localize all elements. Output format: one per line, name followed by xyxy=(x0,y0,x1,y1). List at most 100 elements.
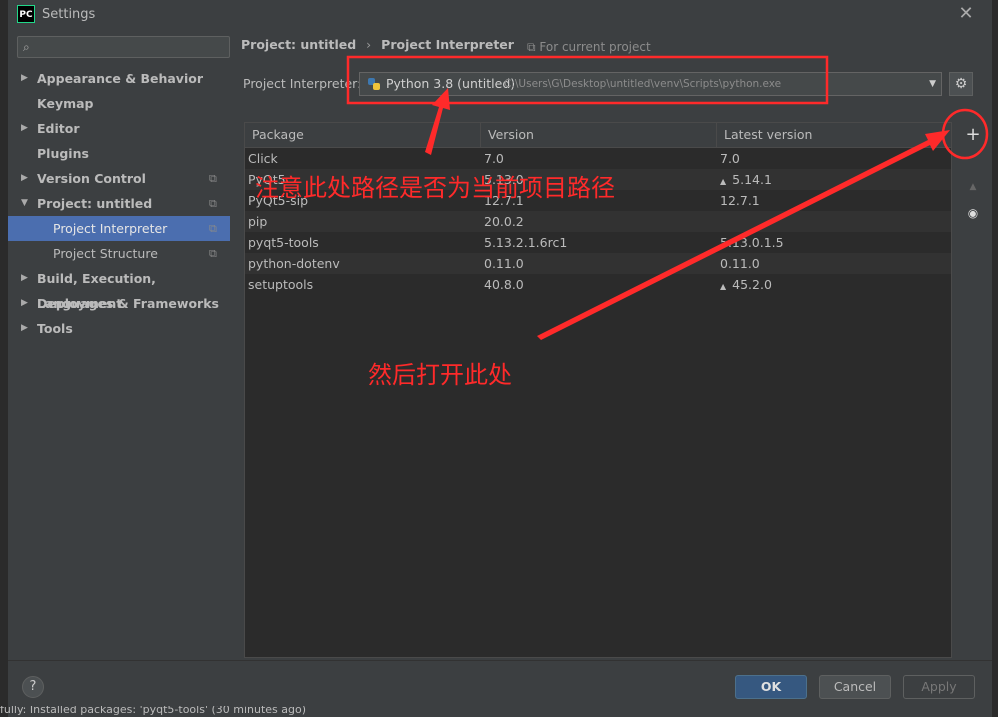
cell-text: pyqt5-tools xyxy=(248,235,319,250)
sidebar-item-label: Tools xyxy=(37,321,73,336)
title-bar: PC Settings ✕ xyxy=(8,0,992,30)
window-title: Settings xyxy=(42,7,96,22)
chevron-down-icon[interactable]: ▼ xyxy=(929,79,936,89)
chevron-right-icon[interactable]: ▶ xyxy=(21,66,28,91)
cell-text: Click xyxy=(248,151,278,166)
cell-package: Click xyxy=(248,148,278,169)
sidebar-item-label: Editor xyxy=(37,121,80,136)
cell-package: setuptools xyxy=(248,274,313,295)
sidebar-item-label: Project Structure xyxy=(53,246,158,261)
cell-package: PyQt5-sip xyxy=(248,190,308,211)
sidebar-item-label: Plugins xyxy=(37,146,89,161)
table-row[interactable]: PyQt5 5.13.0 ▲ 5.14.1 xyxy=(245,169,951,190)
project-scope-icon: ⧉ xyxy=(209,197,217,210)
column-header-latest-version[interactable]: Latest version xyxy=(717,123,951,147)
cell-text: python-dotenv xyxy=(248,256,340,271)
cell-version: 7.0 xyxy=(484,148,504,169)
breadcrumb-separator: › xyxy=(366,37,372,52)
cell-text: PyQt5 xyxy=(248,172,286,187)
sidebar-item-editor[interactable]: ▶ Editor xyxy=(8,116,230,141)
ok-button[interactable]: OK xyxy=(735,675,807,699)
cell-version: 5.13.2.1.6rc1 xyxy=(484,232,567,253)
cell-version: 5.13.0 xyxy=(484,169,524,190)
chevron-right-icon[interactable]: ▶ xyxy=(21,316,28,341)
table-row[interactable]: PyQt5-sip 12.7.1 12.7.1 xyxy=(245,190,951,211)
upgrade-package-button[interactable]: ▲ xyxy=(964,178,982,196)
table-header: Package Version Latest version xyxy=(245,123,951,148)
cell-version: 20.0.2 xyxy=(484,211,524,232)
table-row[interactable]: setuptools 40.8.0 ▲ 45.2.0 xyxy=(245,274,951,295)
table-row[interactable]: Click 7.0 7.0 xyxy=(245,148,951,169)
cell-version: 0.11.0 xyxy=(484,253,524,274)
cell-package: pyqt5-tools xyxy=(248,232,319,253)
sidebar-item-languages-frameworks[interactable]: ▶ Languages & Frameworks xyxy=(8,291,230,316)
search-input[interactable] xyxy=(42,38,226,58)
sidebar-item-version-control[interactable]: ▶ Version Control ⧉ xyxy=(8,166,230,191)
breadcrumb-page: Project Interpreter xyxy=(381,37,514,52)
project-scope-icon: ⧉ xyxy=(209,172,217,185)
eye-icon[interactable]: ◉ xyxy=(964,204,982,222)
cell-package: python-dotenv xyxy=(248,253,340,274)
cell-text: 7.0 xyxy=(720,151,740,166)
settings-sidebar: ⌕ ▶ Appearance & Behavior Keymap ▶ Editor Plu… xyxy=(8,30,230,660)
sidebar-item-label: Appearance & Behavior xyxy=(37,71,203,86)
sidebar-item-label: Project Interpreter xyxy=(53,221,168,236)
package-toolbar: + ▲ ◉ xyxy=(952,122,992,658)
sidebar-item-plugins[interactable]: Plugins xyxy=(8,141,230,166)
ide-status-bar: fully: Installed packages: 'pyqt5-tools'… xyxy=(0,706,998,716)
help-button[interactable]: ? xyxy=(22,676,44,698)
upgrade-available-icon: ▲ xyxy=(720,282,727,291)
close-icon[interactable]: ✕ xyxy=(956,4,976,24)
table-row[interactable]: pyqt5-tools 5.13.2.1.6rc1 5.13.0.1.5 xyxy=(245,232,951,253)
apply-button[interactable]: Apply xyxy=(903,675,975,699)
cell-version: 40.8.0 xyxy=(484,274,524,295)
sidebar-item-keymap[interactable]: Keymap xyxy=(8,91,230,116)
sidebar-item-build-execution-deployment[interactable]: ▶ Build, Execution, Deployment xyxy=(8,266,230,311)
chevron-right-icon[interactable]: ▶ xyxy=(21,266,28,291)
chevron-right-icon[interactable]: ▶ xyxy=(21,166,28,191)
cancel-button[interactable]: Cancel xyxy=(819,675,891,699)
chevron-right-icon[interactable]: ▶ xyxy=(21,291,28,316)
cell-latest: 5.13.0.1.5 xyxy=(720,232,784,253)
sidebar-item-tools[interactable]: ▶ Tools xyxy=(8,316,230,341)
sidebar-item-project-untitled[interactable]: ▼ Project: untitled ⧉ xyxy=(8,191,230,216)
cell-text: 12.7.1 xyxy=(720,193,760,208)
cell-latest: ▲ 45.2.0 xyxy=(720,274,772,297)
gear-icon[interactable]: ⚙ xyxy=(949,72,973,96)
search-icon: ⌕ xyxy=(23,40,30,54)
upgrade-available-icon: ▲ xyxy=(720,177,727,186)
interpreter-dropdown[interactable]: Python 3.8 (untitled) C:\Users\G\Desktop… xyxy=(359,72,942,96)
pycharm-icon: PC xyxy=(17,5,35,23)
interpreter-label: Project Interpreter: xyxy=(243,76,362,91)
cell-version: 12.7.1 xyxy=(484,190,524,211)
chevron-right-icon[interactable]: ▶ xyxy=(21,116,28,141)
ide-background-right xyxy=(992,0,998,716)
cell-text: pip xyxy=(248,214,268,229)
interpreter-path: C:\Users\G\Desktop\untitled\venv\Scripts… xyxy=(504,78,782,90)
table-row[interactable]: pip 20.0.2 xyxy=(245,211,951,232)
cell-text: 5.13.0 xyxy=(484,172,524,187)
packages-table: Package Version Latest version Click 7.0 7… xyxy=(244,122,952,658)
add-package-button[interactable]: + xyxy=(964,126,982,144)
cell-latest: 7.0 xyxy=(720,148,740,169)
project-scope-icon: ⧉ xyxy=(209,222,217,235)
python-icon xyxy=(368,78,380,90)
main-panel: Project: untitled › Project Interpreter ⧉ … xyxy=(230,30,992,660)
column-header-version[interactable]: Version xyxy=(481,123,717,147)
chevron-down-icon[interactable]: ▼ xyxy=(21,191,28,216)
cell-text: 45.2.0 xyxy=(732,277,772,292)
sidebar-item-label: Version Control xyxy=(37,171,146,186)
breadcrumb: Project: untitled › Project Interpreter xyxy=(241,37,514,52)
cell-text: 40.8.0 xyxy=(484,277,524,292)
project-scope-icon: ⧉ xyxy=(209,247,217,260)
settings-search[interactable]: ⌕ xyxy=(17,36,230,58)
cell-text: 0.11.0 xyxy=(720,256,760,271)
breadcrumb-project[interactable]: Project: untitled xyxy=(241,37,356,52)
sidebar-item-appearance-behavior[interactable]: ▶ Appearance & Behavior xyxy=(8,66,230,91)
table-row[interactable]: python-dotenv 0.11.0 0.11.0 xyxy=(245,253,951,274)
sidebar-item-label: Keymap xyxy=(37,96,94,111)
cell-latest: 12.7.1 xyxy=(720,190,760,211)
column-header-package[interactable]: Package xyxy=(245,123,481,147)
sidebar-item-project-interpreter[interactable]: Project Interpreter ⧉ xyxy=(8,216,230,241)
sidebar-item-project-structure[interactable]: Project Structure ⧉ xyxy=(8,241,230,266)
